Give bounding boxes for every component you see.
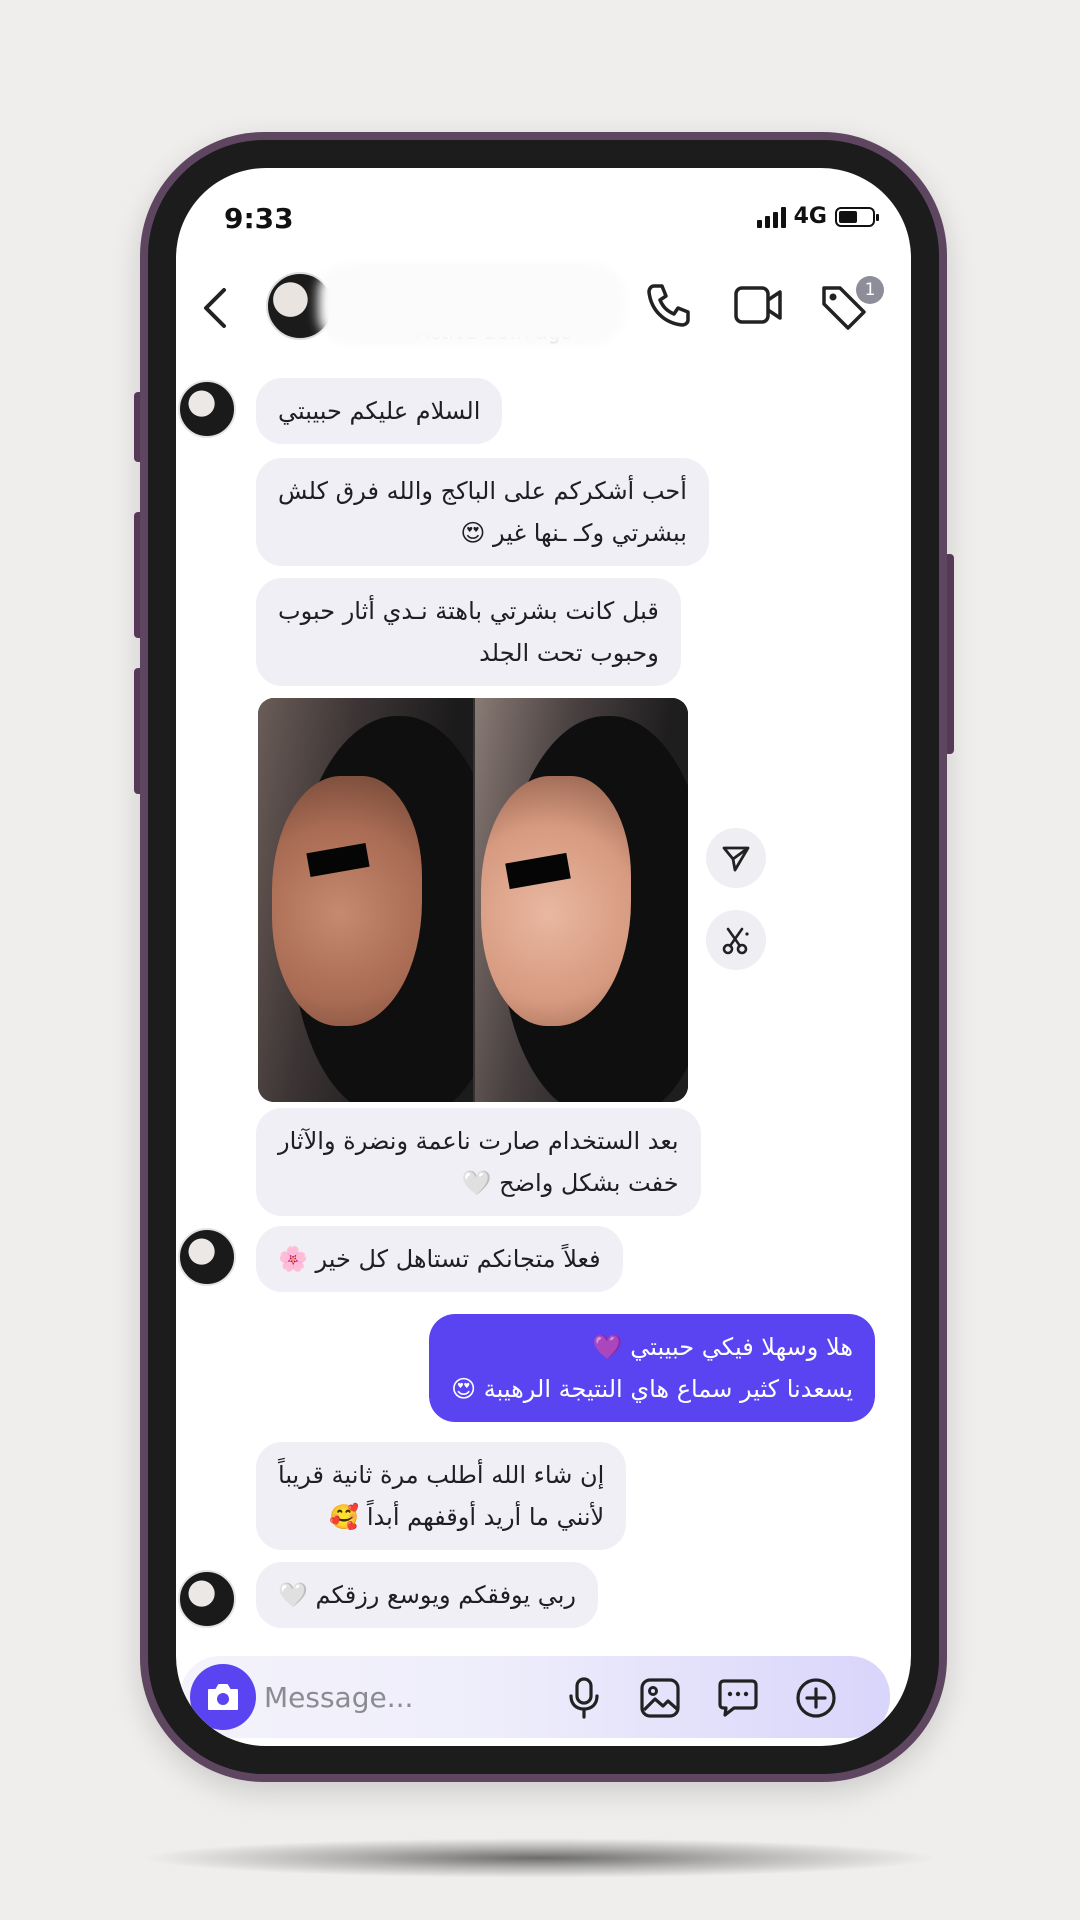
message-text: وحبوب تحت الجلد [479,639,659,667]
scissors-icon [722,927,749,955]
message-text: السلام عليكم حبيبتي [278,397,481,425]
camera-button[interactable] [190,1664,256,1730]
phone-frame: 9:33 4G Active 20m ago [140,132,947,1782]
camera-icon [208,1684,238,1710]
share-photo-button[interactable] [706,828,766,888]
before-after-photo[interactable] [258,698,688,1102]
message-text: قبل كانت بشرتي باهتة نـدي أثار حبوب [278,597,659,625]
sender-avatar[interactable] [178,380,236,438]
message-text: ربي يوفقكم ويوسع رزقكم 🤍 [278,1581,577,1609]
message-bubble[interactable]: بعد الستخدام صارت ناعمة ونضرة والآثار خف… [256,1108,701,1216]
gallery-button[interactable] [638,1676,682,1724]
message-text: يسعدنا كثير سماع هاي النتيجة الرهيبة 😍 [451,1375,853,1403]
paper-plane-icon [722,846,750,872]
message-text: بعد الستخدام صارت ناعمة ونضرة والآثار [278,1127,679,1155]
call-button[interactable] [644,280,694,334]
network-type: 4G [793,204,827,229]
status-time: 9:33 [224,202,294,235]
cut-photo-button[interactable] [706,910,766,970]
message-text: أحب أشكركم على الباكج والله فرق كلش [278,477,687,505]
outgoing-message-bubble[interactable]: هلا وسهلا فيكي حبيبتي 💜 يسعدنا كثير سماع… [429,1314,875,1422]
message-text: إن شاء الله أطلب مرة ثانية قريباً [278,1461,605,1489]
message-text: لأنني ما أريد أوقفهم أبداً 🥰 [329,1503,605,1531]
before-photo [258,698,473,1102]
plus-circle-icon [796,1678,836,1718]
sender-avatar[interactable] [178,1228,236,1286]
message-composer [180,1656,890,1738]
phone-icon [647,284,690,327]
add-button[interactable] [794,1676,838,1724]
message-text: خفت بشكل واضح 🤍 [461,1169,679,1197]
message-text: فعلاً متجانكم تستاهل كل خير 🌸 [278,1245,601,1273]
photo-divider [473,698,475,1102]
message-bubble[interactable]: السلام عليكم حبيبتي [256,378,503,444]
video-call-button[interactable] [732,280,786,334]
signal-icon [756,206,786,228]
after-photo [473,698,688,1102]
message-text: ببشرتي وكـ ـنها غير 😍 [460,519,687,547]
message-bubble[interactable]: فعلاً متجانكم تستاهل كل خير 🌸 [256,1226,623,1292]
chat-bubble-icon [718,1679,758,1717]
image-icon [640,1678,680,1718]
message-bubble[interactable]: ربي يوفقكم ويوسع رزقكم 🤍 [256,1562,599,1628]
video-camera-icon [734,286,782,324]
back-button[interactable] [198,286,234,334]
contact-avatar[interactable] [266,272,334,340]
battery-icon [835,206,879,227]
message-bubble[interactable]: إن شاء الله أطلب مرة ثانية قريباً لأنني … [256,1442,627,1550]
sticker-button[interactable] [716,1676,760,1724]
message-text: هلا وسهلا فيكي حبيبتي 💜 [592,1333,853,1361]
message-bubble[interactable]: أحب أشكركم على الباكج والله فرق كلش ببشر… [256,458,709,566]
microphone-icon [569,1677,599,1719]
status-indicators: 4G [756,204,879,229]
message-input[interactable] [264,1672,544,1722]
phone-bezel: 9:33 4G Active 20m ago [148,140,939,1774]
floor-shadow [140,1838,940,1878]
notification-badge: 1 [856,276,884,304]
sender-avatar[interactable] [178,1570,236,1628]
message-bubble[interactable]: قبل كانت بشرتي باهتة نـدي أثار حبوب وحبو… [256,578,681,686]
chat-screen: 9:33 4G Active 20m ago [176,168,911,1746]
chevron-left-icon [204,288,226,328]
voice-message-button[interactable] [564,1676,604,1724]
contact-name-redacted [326,272,616,336]
